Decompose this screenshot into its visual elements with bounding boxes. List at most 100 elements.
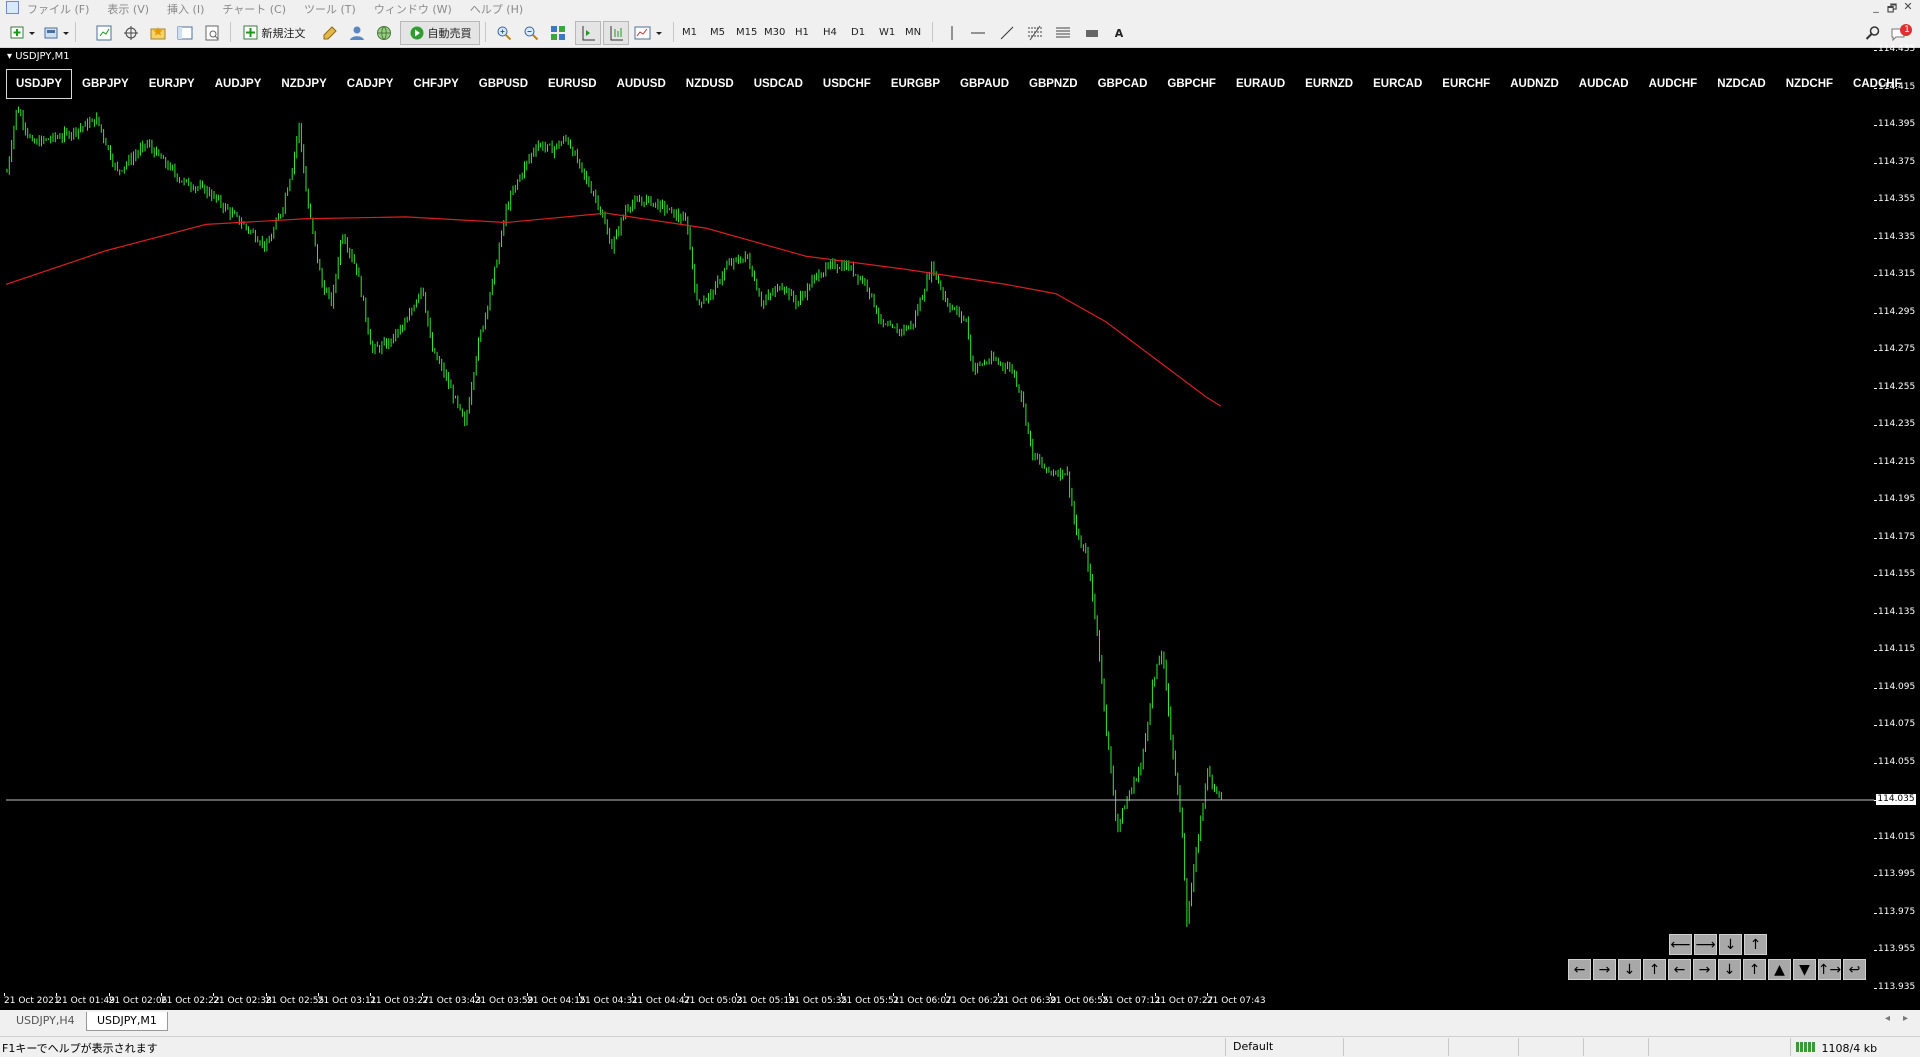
time-label: 21 Oct 06:07 [893, 996, 952, 1006]
timeframe-w1[interactable]: W1 [879, 21, 895, 43]
symbol-button-eurjpy[interactable]: EURJPY [139, 69, 205, 99]
tabs-scroll-right-icon[interactable]: ▸ [1903, 1013, 1908, 1024]
new-chart-button[interactable] [6, 21, 40, 45]
chart-shift-button[interactable] [575, 21, 601, 45]
zoom-out-button[interactable] [519, 21, 543, 45]
arrow-pad-button[interactable]: → [1593, 959, 1616, 980]
trendline-tool[interactable] [996, 21, 1018, 45]
symbol-button-cadjpy[interactable]: CADJPY [337, 69, 404, 99]
arrow-pad-button[interactable]: ↑ [1743, 959, 1766, 980]
market-button[interactable] [372, 21, 396, 45]
symbol-button-audjpy[interactable]: AUDJPY [205, 69, 272, 99]
symbol-button-audusd[interactable]: AUDUSD [607, 69, 676, 99]
timeframe-h1[interactable]: H1 [795, 21, 809, 43]
arrow-pad-button[interactable]: ↑ [1744, 934, 1767, 955]
symbol-button-gbpnzd[interactable]: GBPNZD [1019, 69, 1088, 99]
time-label: 21 Oct 02:55 [265, 996, 325, 1006]
timeframe-mn[interactable]: MN [905, 21, 921, 43]
symbol-button-eurusd[interactable]: EURUSD [538, 69, 607, 99]
arrow-pad-button[interactable]: ↑→ [1818, 959, 1841, 980]
symbol-button-gbpcad[interactable]: GBPCAD [1088, 69, 1158, 99]
timeframe-d1[interactable]: D1 [851, 21, 865, 43]
menu-help[interactable]: ヘルプ (H) [470, 1, 523, 17]
navigator-button[interactable] [146, 21, 170, 45]
search-button[interactable] [1862, 21, 1884, 45]
data-window-button[interactable] [119, 21, 143, 45]
symbol-button-eurchf[interactable]: EURCHF [1432, 69, 1500, 99]
symbol-button-gbpusd[interactable]: GBPUSD [469, 69, 538, 99]
arrow-pad-button[interactable]: ↓ [1719, 934, 1742, 955]
terminal-button[interactable] [173, 21, 197, 45]
symbol-button-usdchf[interactable]: USDCHF [813, 69, 881, 99]
menu-tools[interactable]: ツール (T) [304, 1, 356, 17]
symbol-button-nzdchf[interactable]: NZDCHF [1776, 69, 1843, 99]
timeframe-m15[interactable]: M15 [736, 21, 757, 43]
menu-charts[interactable]: チャート (C) [222, 1, 286, 17]
horizontal-line-tool[interactable] [967, 21, 989, 45]
autoscroll-button[interactable] [603, 21, 629, 45]
symbol-button-eurnzd[interactable]: EURNZD [1295, 69, 1363, 99]
text-tool[interactable]: A [1108, 21, 1130, 45]
arrow-pad-button[interactable]: → [1693, 959, 1716, 980]
symbol-button-audnzd[interactable]: AUDNZD [1500, 69, 1569, 99]
arrow-pad-button[interactable]: ← [1568, 959, 1591, 980]
timeframe-m1[interactable]: M1 [682, 21, 697, 43]
price-label: 114.355 [1878, 194, 1916, 204]
arrow-pad-button[interactable]: ↩ [1843, 959, 1866, 980]
menu-file[interactable]: ファイル (F) [27, 1, 89, 17]
tile-windows-button[interactable] [546, 21, 570, 45]
arrow-pad-button[interactable]: ⟵ [1669, 934, 1692, 955]
symbol-button-nzdjpy[interactable]: NZDJPY [271, 69, 336, 99]
chart-window[interactable]: ▾ USDJPY,M1 USDJPY GBPJPY EURJPY AUDJPY NZDJ… [0, 44, 1920, 1010]
fibonacci-tool[interactable] [1051, 21, 1075, 45]
arrow-pad-button[interactable]: ↓ [1618, 959, 1641, 980]
arrow-pad-button[interactable]: ← [1668, 959, 1691, 980]
menu-insert[interactable]: 挿入 (I) [167, 1, 204, 17]
profiles-button[interactable] [40, 21, 74, 45]
label-tool[interactable] [1080, 21, 1104, 45]
symbol-button-euraud[interactable]: EURAUD [1226, 69, 1295, 99]
symbol-button-nzdcad[interactable]: NZDCAD [1707, 69, 1776, 99]
notifications-button[interactable]: 1 [1888, 21, 1916, 45]
tabs-scroll-left-icon[interactable]: ◂ [1885, 1013, 1890, 1024]
vertical-line-tool[interactable] [942, 21, 962, 45]
symbol-button-gbpjpy[interactable]: GBPJPY [72, 69, 139, 99]
indicators-button[interactable] [631, 21, 669, 45]
symbol-button-nzdusd[interactable]: NZDUSD [676, 69, 744, 99]
menu-view[interactable]: 表示 (V) [107, 1, 149, 17]
arrow-pad-button[interactable]: ▲ [1768, 959, 1791, 980]
timeframe-m30[interactable]: M30 [764, 21, 785, 43]
symbol-button-audcad[interactable]: AUDCAD [1569, 69, 1639, 99]
chart-title-dropdown-icon[interactable]: ▾ [7, 51, 12, 62]
connection-status[interactable]: 1108/4 kb [1796, 1040, 1877, 1055]
menu-window[interactable]: ウィンドウ (W) [374, 1, 452, 17]
symbol-button-audchf[interactable]: AUDCHF [1639, 69, 1708, 99]
symbol-button-eurgbp[interactable]: EURGBP [881, 69, 950, 99]
new-order-button[interactable]: 新規注文 [238, 21, 310, 45]
time-label: 21 Oct 05:03 [683, 996, 743, 1006]
signals-button[interactable] [345, 21, 369, 45]
price-axis[interactable]: 114.435 114.415 114.395 114.375 114.355 114.3… [1874, 44, 1920, 993]
arrow-pad-button[interactable]: ↑ [1643, 959, 1666, 980]
symbol-button-usdcad[interactable]: USDCAD [744, 69, 813, 99]
symbol-button-usdjpy[interactable]: USDJPY [6, 69, 73, 99]
arrow-pad-button[interactable]: ⟶ [1694, 934, 1717, 955]
zoom-in-button[interactable] [492, 21, 516, 45]
arrow-pad-button[interactable]: ↓ [1718, 959, 1741, 980]
price-chart[interactable] [6, 102, 1874, 993]
symbol-button-gbpchf[interactable]: GBPCHF [1157, 69, 1226, 99]
auto-trading-button[interactable]: 自動売買 [400, 21, 480, 45]
strategy-tester-button[interactable] [200, 21, 224, 45]
equidistant-channel-tool[interactable] [1023, 21, 1047, 45]
arrow-pad-button[interactable]: ▼ [1793, 959, 1816, 980]
symbol-button-gbpaud[interactable]: GBPAUD [950, 69, 1019, 99]
metaeditor-button[interactable] [318, 21, 342, 45]
tab-usdjpy-m1[interactable]: USDJPY,M1 [86, 1012, 168, 1031]
time-axis[interactable]: 21 Oct 2021 21 Oct 01:49 21 Oct 02:06 21 Oc… [0, 993, 1874, 1010]
symbol-button-eurcad[interactable]: EURCAD [1363, 69, 1432, 99]
timeframe-h4[interactable]: H4 [823, 21, 837, 43]
tab-usdjpy-h4[interactable]: USDJPY,H4 [6, 1012, 85, 1030]
market-watch-button[interactable] [92, 21, 116, 45]
symbol-button-chfjpy[interactable]: CHFJPY [403, 69, 468, 99]
timeframe-m5[interactable]: M5 [710, 21, 725, 43]
